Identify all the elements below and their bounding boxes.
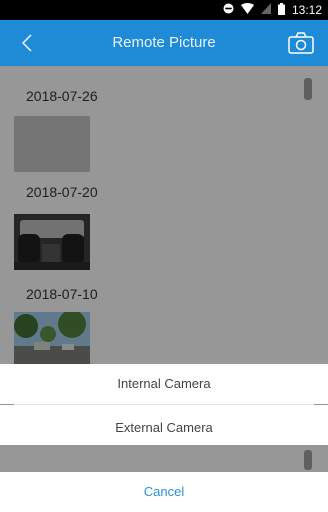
app-bar: Remote Picture [0,20,328,66]
internal-camera-option[interactable]: Internal Camera [0,364,328,404]
status-time: 13:12 [291,3,322,17]
do-not-disturb-icon [223,3,234,17]
page-title: Remote Picture [112,34,216,51]
battery-icon [277,2,285,18]
cancel-button[interactable]: Cancel [0,472,328,504]
external-camera-option[interactable]: External Camera [0,405,328,445]
signal-icon [260,3,271,17]
wifi-icon [240,3,254,17]
status-icons: 13:12 [223,0,322,20]
camera-icon [288,32,314,54]
status-bar: 13:12 [0,0,328,20]
camera-button[interactable] [286,29,316,57]
